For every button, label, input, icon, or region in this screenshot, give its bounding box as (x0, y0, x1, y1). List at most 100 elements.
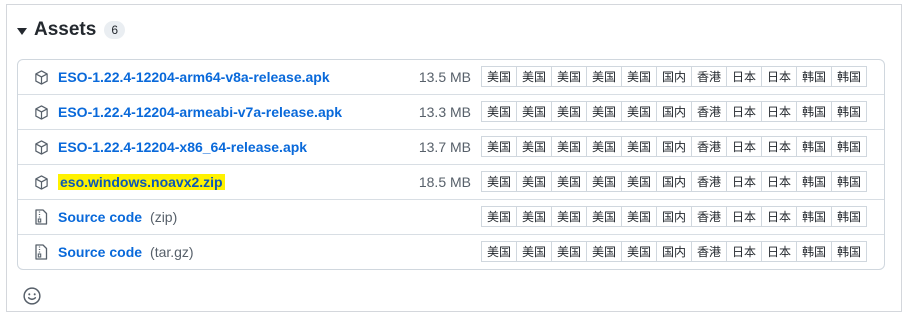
mirror-button[interactable]: 韩国 (796, 66, 832, 87)
mirror-button[interactable]: 日本 (726, 171, 762, 192)
mirror-button[interactable]: 日本 (761, 66, 797, 87)
mirror-button[interactable]: 美国 (516, 171, 552, 192)
mirror-button[interactable]: 香港 (691, 136, 727, 157)
mirror-button[interactable]: 美国 (516, 66, 552, 87)
mirror-button[interactable]: 美国 (586, 206, 622, 227)
mirror-button[interactable]: 日本 (726, 206, 762, 227)
mirror-button[interactable]: 韩国 (796, 241, 832, 262)
asset-row: Source code (zip) 美国 美国 美国 美国 美国 国内 香港 日本 日本 韩国 韩国 (18, 199, 884, 234)
mirror-buttons: 美国 美国 美国 美国 美国 国内 香港 日本 日本 韩国 韩国 (481, 136, 867, 157)
mirror-button[interactable]: 美国 (481, 101, 517, 122)
assets-panel: Assets 6 ESO-1.22.4-12204-arm64-v8a-rele… (6, 4, 902, 312)
mirror-button[interactable]: 韩国 (796, 136, 832, 157)
package-icon (33, 174, 49, 190)
mirror-button[interactable]: 日本 (761, 171, 797, 192)
mirror-button[interactable]: 美国 (551, 241, 587, 262)
mirror-button[interactable]: 美国 (586, 171, 622, 192)
mirror-button[interactable]: 美国 (516, 206, 552, 227)
assets-header[interactable]: Assets 6 (17, 18, 126, 42)
asset-size: 13.5 MB (418, 69, 471, 85)
asset-size: 13.7 MB (418, 139, 471, 155)
mirror-button[interactable]: 香港 (691, 101, 727, 122)
mirror-button[interactable]: 韩国 (831, 101, 867, 122)
package-icon (33, 104, 49, 120)
mirror-button[interactable]: 韩国 (831, 136, 867, 157)
mirror-button[interactable]: 美国 (621, 136, 657, 157)
mirror-button[interactable]: 香港 (691, 171, 727, 192)
asset-link[interactable]: ESO-1.22.4-12204-x86_64-release.apk (58, 139, 307, 155)
mirror-button[interactable]: 美国 (481, 66, 517, 87)
mirror-button[interactable]: 美国 (481, 241, 517, 262)
mirror-button[interactable]: 日本 (761, 206, 797, 227)
file-zip-icon (33, 244, 49, 260)
mirror-button[interactable]: 美国 (621, 171, 657, 192)
mirror-button[interactable]: 香港 (691, 241, 727, 262)
asset-size: 18.5 MB (418, 174, 471, 190)
asset-row: Source code (tar.gz) 美国 美国 美国 美国 美国 国内 香港 日本 日本 韩国韩… (18, 234, 884, 269)
mirror-button[interactable]: 国内 (656, 206, 692, 227)
smiley-icon[interactable] (21, 285, 43, 307)
mirror-button[interactable]: 韩国 (831, 206, 867, 227)
file-zip-icon (33, 209, 49, 225)
mirror-button[interactable]: 美国 (516, 241, 552, 262)
mirror-button[interactable]: 韩国 (796, 101, 832, 122)
mirror-button[interactable]: 美国 (551, 101, 587, 122)
mirror-button[interactable]: 国内 (656, 136, 692, 157)
mirror-button[interactable]: 美国 (586, 241, 622, 262)
mirror-button[interactable]: 美国 (621, 66, 657, 87)
mirror-button[interactable]: 国内 (656, 66, 692, 87)
asset-link[interactable]: eso.windows.noavx2.zip (58, 174, 225, 190)
mirror-button[interactable]: 美国 (551, 206, 587, 227)
asset-row: ESO-1.22.4-12204-x86_64-release.apk 13.7 … (18, 129, 884, 164)
mirror-buttons: 美国 美国 美国 美国 美国 国内 香港 日本 日本 韩国 韩国 (481, 241, 867, 262)
caret-down-icon[interactable] (17, 27, 27, 35)
mirror-buttons: 美国 美国 美国 美国 美国 国内 香港 日本 日本 韩国 韩国 (481, 206, 867, 227)
mirror-button[interactable]: 美国 (621, 101, 657, 122)
mirror-button[interactable]: 韩国 (831, 66, 867, 87)
asset-format[interactable]: (zip) (150, 209, 177, 225)
mirror-button[interactable]: 美国 (516, 101, 552, 122)
asset-row: ESO-1.22.4-12204-armeabi-v7a-release.apk… (18, 94, 884, 129)
assets-count-badge: 6 (104, 21, 126, 39)
mirror-button[interactable]: 韩国 (831, 241, 867, 262)
mirror-button[interactable]: 日本 (761, 136, 797, 157)
asset-link[interactable]: ESO-1.22.4-12204-armeabi-v7a-release.apk (58, 104, 342, 120)
mirror-button[interactable]: 日本 (761, 101, 797, 122)
mirror-button[interactable]: 美国 (551, 136, 587, 157)
mirror-button[interactable]: 韩国 (796, 206, 832, 227)
mirror-button[interactable]: 美国 (551, 171, 587, 192)
asset-link[interactable]: Source code (58, 209, 142, 225)
mirror-button[interactable]: 日本 (726, 241, 762, 262)
package-icon (33, 139, 49, 155)
mirror-button[interactable]: 韩国 (796, 171, 832, 192)
asset-link[interactable]: ESO-1.22.4-12204-arm64-v8a-release.apk (58, 69, 330, 85)
mirror-button[interactable]: 日本 (761, 241, 797, 262)
asset-link[interactable]: Source code (58, 244, 142, 260)
mirror-button[interactable]: 美国 (481, 136, 517, 157)
mirror-button[interactable]: 美国 (621, 206, 657, 227)
mirror-button[interactable]: 美国 (586, 66, 622, 87)
mirror-button[interactable]: 国内 (656, 241, 692, 262)
asset-row: ESO-1.22.4-12204-arm64-v8a-release.apk 13… (18, 60, 884, 94)
mirror-button[interactable]: 美国 (481, 171, 517, 192)
assets-title: Assets (34, 19, 97, 40)
mirror-button[interactable]: 日本 (726, 136, 762, 157)
mirror-button[interactable]: 美国 (551, 66, 587, 87)
mirror-button[interactable]: 美国 (481, 206, 517, 227)
mirror-button[interactable]: 香港 (691, 206, 727, 227)
asset-format[interactable]: (tar.gz) (150, 244, 194, 260)
mirror-button[interactable]: 韩国 (831, 171, 867, 192)
mirror-buttons: 美国 美国 美国 美国 美国 国内 香港 日本 日本 韩国 韩国 (481, 171, 867, 192)
mirror-button[interactable]: 国内 (656, 171, 692, 192)
mirror-button[interactable]: 香港 (691, 66, 727, 87)
mirror-button[interactable]: 美国 (586, 136, 622, 157)
mirror-buttons: 美国 美国 美国 美国 美国 国内 香港 日本 日本 韩国 韩国 (481, 66, 867, 87)
mirror-button[interactable]: 日本 (726, 66, 762, 87)
mirror-button[interactable]: 美国 (516, 136, 552, 157)
mirror-button[interactable]: 国内 (656, 101, 692, 122)
assets-list: ESO-1.22.4-12204-arm64-v8a-release.apk 13… (17, 59, 885, 270)
mirror-button[interactable]: 日本 (726, 101, 762, 122)
asset-size: 13.3 MB (418, 104, 471, 120)
mirror-button[interactable]: 美国 (621, 241, 657, 262)
mirror-button[interactable]: 美国 (586, 101, 622, 122)
